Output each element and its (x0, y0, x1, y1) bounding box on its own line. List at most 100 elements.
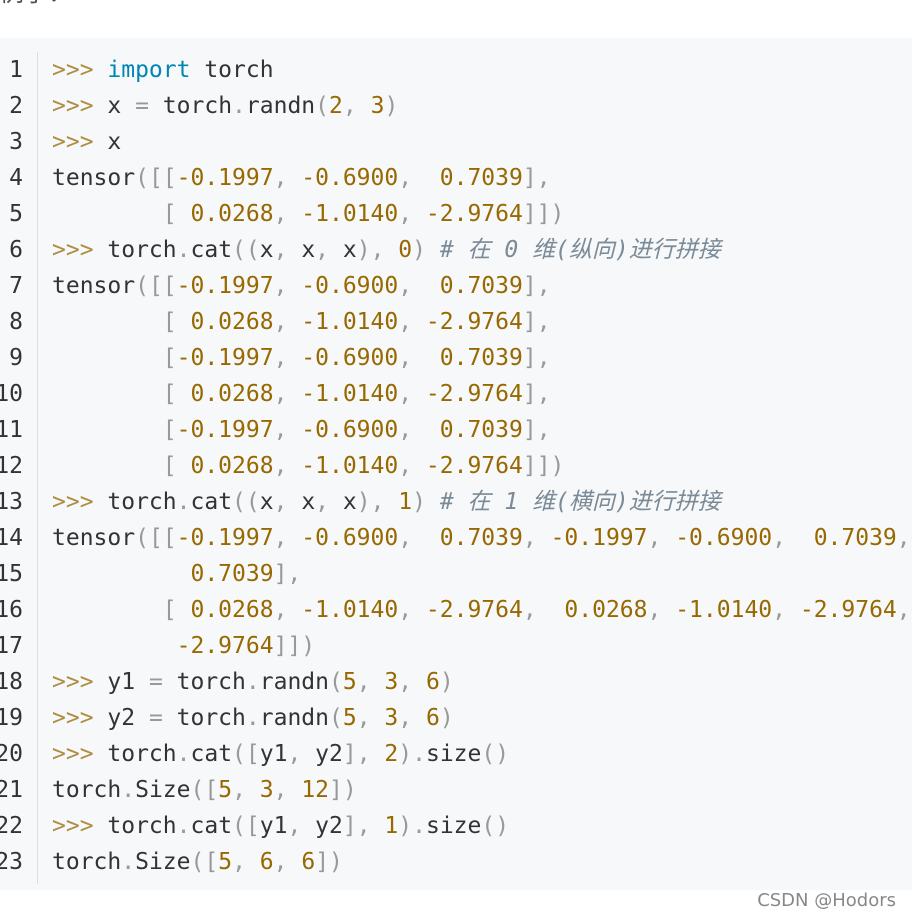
code-line: [ 0.0268, -1.0140, -2.9764]]) (52, 196, 565, 232)
token-punct: , (398, 597, 426, 623)
line-number: 6 (9, 237, 23, 263)
token-number: -0.6900 (675, 525, 773, 551)
token-punct: , (896, 597, 911, 623)
token-punct: ], (522, 345, 551, 371)
token-punct: , (232, 849, 260, 875)
token-ident: x (342, 489, 357, 515)
token-punct: ], (342, 813, 385, 839)
code-block[interactable]: 1 2 3 4 5 6 7 8 9 10 11 12 13 14 15 16 17 18 19 20 21 22 23 >>… (0, 38, 912, 890)
token-punct: ) (412, 237, 440, 263)
token-ident: torch (107, 489, 177, 515)
code-line: >>> import torch (52, 52, 274, 88)
token-punct: , (522, 597, 565, 623)
token-punct: ], (522, 309, 551, 335)
token-number: 5 (342, 669, 357, 695)
token-keyword: import (107, 57, 191, 83)
code-line: [ 0.0268, -1.0140, -2.9764], (52, 304, 551, 340)
token-punct: ], (522, 165, 551, 191)
token-punct: . (121, 777, 136, 803)
token-punct: , (398, 705, 426, 731)
code-line: >>> torch.cat((x, x, x), 1) # 在 1 维(横向)进… (52, 484, 721, 520)
token-punct: ) (412, 489, 440, 515)
token-punct: ), (356, 489, 399, 515)
token-ident: randn (245, 93, 316, 119)
token-punct: , (356, 669, 385, 695)
token-number: 2 (384, 741, 399, 767)
token-number: 0.0268 (190, 201, 274, 227)
token-number: -0.6900 (301, 345, 399, 371)
token-punct: ], (522, 417, 551, 443)
token-number: 1 (398, 489, 413, 515)
token-punct: ), (356, 237, 399, 263)
code-line: tensor([[-0.1997, -0.6900, 0.7039, -0.19… (52, 520, 911, 556)
code-line: >>> torch.cat([y1, y2], 1).size() (52, 808, 509, 844)
token-prompt: >>> (52, 705, 108, 731)
token-punct: = (148, 669, 163, 695)
token-punct: , (398, 525, 440, 551)
token-punct: ]]) (273, 633, 316, 659)
token-punct: , (342, 93, 371, 119)
token-punct: [ (162, 309, 191, 335)
token-punct: ( (329, 705, 343, 731)
token-prompt: >>> (52, 741, 108, 767)
token-number: -2.9764 (425, 597, 523, 623)
token-punct: () (481, 813, 510, 839)
intro-text: 例子： (0, 0, 72, 8)
line-number: 4 (9, 165, 23, 191)
token-ident: x (107, 129, 122, 155)
token-punct: [ (162, 381, 191, 407)
token-number: 6 (259, 849, 274, 875)
token-punct: , (273, 489, 302, 515)
token-punct: , (287, 741, 316, 767)
line-number: 16 (0, 597, 23, 623)
token-punct: , (398, 345, 440, 371)
token-punct: . (176, 237, 191, 263)
token-punct: ], (522, 273, 551, 299)
token-punct: . (232, 93, 246, 119)
token-punct: ) (439, 705, 454, 731)
token-punct: ([ (232, 741, 260, 767)
token-punct: , (398, 309, 426, 335)
token-number: 3 (384, 705, 399, 731)
line-number: 13 (0, 489, 23, 515)
token-number: 0.0268 (190, 597, 274, 623)
token-punct: . (245, 669, 260, 695)
token-number: -1.0140 (301, 201, 399, 227)
token-punct: , (273, 381, 302, 407)
code-line: [ 0.0268, -1.0140, -2.9764, 0.0268, -1.0… (52, 592, 911, 628)
token-punct: , (398, 417, 440, 443)
token-number: 0.7039 (190, 561, 274, 587)
token-punct: ). (398, 813, 426, 839)
token-number: -1.0140 (675, 597, 773, 623)
token-ident: y2 (315, 741, 343, 767)
token-number: -0.6900 (301, 273, 399, 299)
code-line: 0.7039], (52, 556, 301, 592)
line-number: 11 (0, 417, 23, 443)
token-ident: x (259, 489, 274, 515)
line-number: 17 (0, 633, 23, 659)
token-punct: [ (162, 345, 177, 371)
token-punct: . (176, 489, 191, 515)
token-comment: # 在 0 维(纵向)进行拼接 (439, 237, 721, 263)
line-number: 8 (9, 309, 23, 335)
token-punct: , (398, 381, 426, 407)
code-line: -2.9764]]) (52, 628, 315, 664)
line-number: 12 (0, 453, 23, 479)
token-ident: y2 (107, 705, 149, 731)
token-punct: ([ (190, 777, 219, 803)
token-punct: , (647, 525, 676, 551)
token-punct: , (398, 201, 426, 227)
token-punct: [ (162, 453, 191, 479)
token-punct: , (398, 669, 426, 695)
token-ident: Size (135, 849, 191, 875)
line-number: 7 (9, 273, 23, 299)
token-punct: , (273, 309, 302, 335)
token-punct: , (273, 345, 302, 371)
line-number: 20 (0, 741, 23, 767)
code-line: >>> y1 = torch.randn(5, 3, 6) (52, 664, 454, 700)
token-punct: = (148, 705, 163, 731)
token-punct: . (121, 849, 136, 875)
token-ident: torch (190, 57, 274, 83)
